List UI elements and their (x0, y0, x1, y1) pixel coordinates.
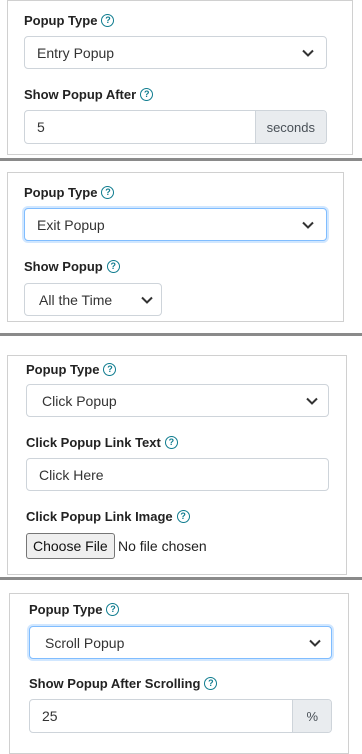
popup-type-select[interactable]: Click Popup (26, 384, 329, 417)
click-popup-link-text-label: Click Popup Link Text ? (26, 435, 178, 450)
show-popup-after-input[interactable]: 5 (25, 111, 255, 143)
popup-type-select[interactable]: Scroll Popup (29, 626, 332, 659)
show-popup-after-label: Show Popup After ? (24, 87, 154, 102)
separator (0, 333, 362, 336)
popup-type-value: Click Popup (42, 392, 117, 409)
show-popup-after-scrolling-input[interactable]: 25 (30, 700, 292, 732)
click-popup-link-image-label: Click Popup Link Image ? (26, 509, 190, 524)
help-icon[interactable]: ? (101, 186, 115, 199)
help-icon[interactable]: ? (103, 363, 117, 376)
help-icon[interactable]: ? (176, 510, 190, 523)
separator (0, 577, 362, 580)
show-popup-after-scrolling-input-group: 25 % (29, 699, 332, 733)
popup-type-value: Scroll Popup (45, 634, 125, 651)
help-icon[interactable]: ? (164, 436, 178, 449)
popup-type-label: Popup Type ? (24, 13, 115, 28)
chevron-down-icon (302, 49, 314, 57)
chevron-down-icon (306, 397, 318, 405)
show-popup-value: All the Time (39, 291, 113, 308)
popup-type-label: Popup Type ? (24, 185, 115, 200)
help-icon[interactable]: ? (106, 260, 120, 273)
separator (0, 158, 362, 161)
exit-popup-panel: Popup Type ? Exit Popup Show Popup ? All… (7, 172, 344, 322)
show-popup-select[interactable]: All the Time (24, 283, 162, 316)
popup-type-select[interactable]: Entry Popup (24, 36, 327, 69)
help-icon[interactable]: ? (101, 14, 115, 27)
scroll-popup-panel: Popup Type ? Scroll Popup Show Popup Aft… (9, 593, 349, 754)
help-icon[interactable]: ? (204, 677, 218, 690)
show-popup-after-scrolling-label: Show Popup After Scrolling ? (29, 676, 218, 691)
chevron-down-icon (309, 639, 321, 647)
popup-type-label: Popup Type ? (29, 602, 120, 617)
popup-type-label: Popup Type ? (26, 362, 117, 377)
file-status-text: No file chosen (118, 538, 207, 554)
show-popup-label: Show Popup ? (24, 259, 120, 274)
popup-type-value: Exit Popup (37, 216, 105, 233)
chevron-down-icon (141, 296, 153, 304)
chevron-down-icon (302, 221, 314, 229)
percent-addon: % (292, 700, 331, 732)
help-icon[interactable]: ? (140, 88, 154, 101)
popup-type-value: Entry Popup (37, 44, 115, 61)
click-popup-link-text-input[interactable]: Click Here (26, 458, 329, 491)
popup-type-select[interactable]: Exit Popup (24, 208, 327, 241)
help-icon[interactable]: ? (106, 603, 120, 616)
seconds-addon: seconds (254, 111, 326, 143)
show-popup-after-input-group: 5 seconds (24, 110, 327, 144)
click-popup-panel: Popup Type ? Click Popup Click Popup Lin… (7, 355, 347, 575)
choose-file-button[interactable]: Choose File (26, 533, 115, 559)
entry-popup-panel: Popup Type ? Entry Popup Show Popup Afte… (7, 0, 353, 155)
